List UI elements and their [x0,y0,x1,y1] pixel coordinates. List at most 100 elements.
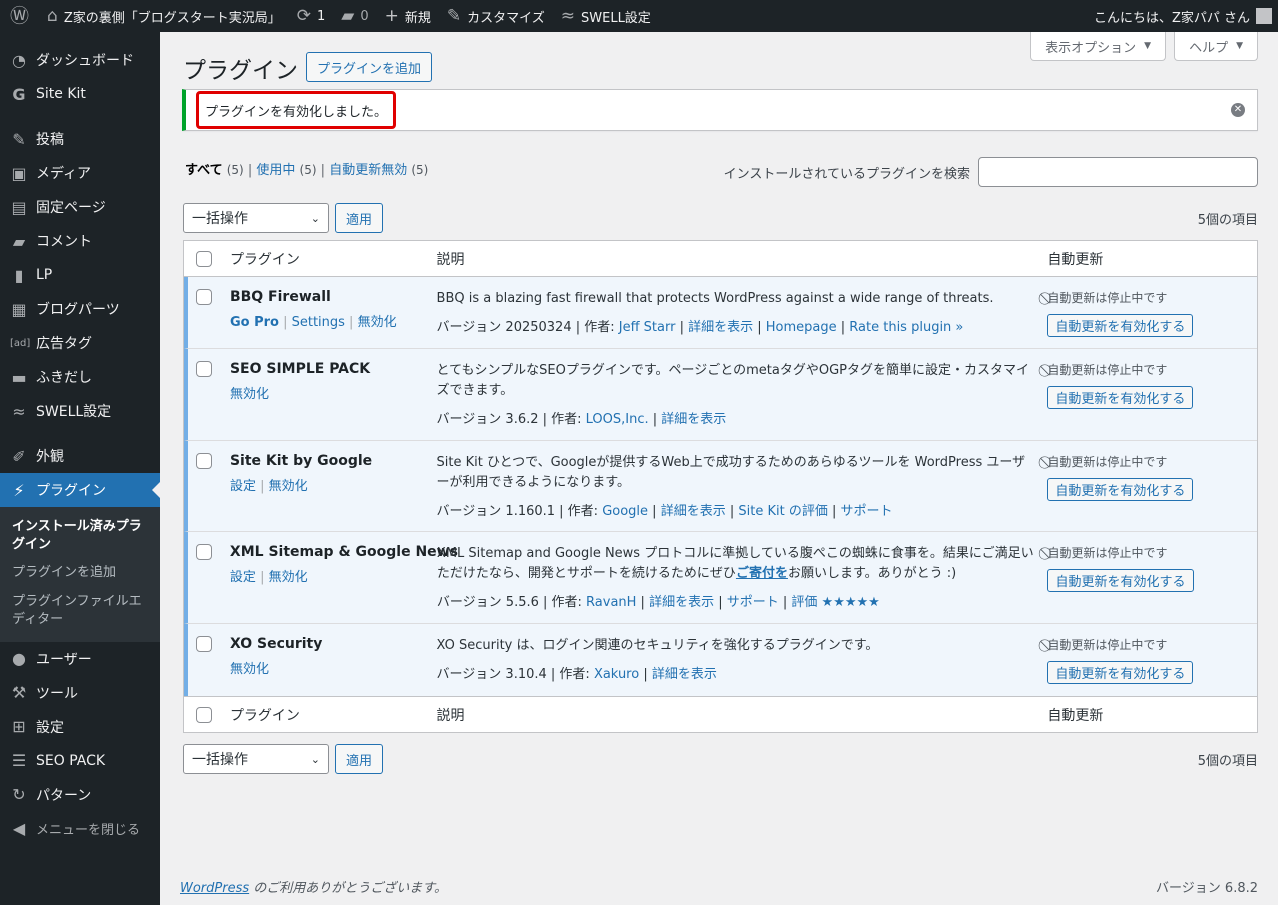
apply-button[interactable]: 適用 [335,203,384,233]
details-link[interactable]: 詳細を表示 [661,412,726,427]
menu-settings[interactable]: ⊞ 設定 [0,710,160,744]
paintbrush-icon: ✐ [12,446,26,466]
submenu-add-plugin[interactable]: プラグインを追加 [0,559,160,587]
menu-media[interactable]: ▣ メディア [0,156,160,190]
homepage-link[interactable]: Homepage [766,320,837,335]
menu-balloon[interactable]: ▬ ふきだし [0,360,160,394]
deactivate-link[interactable]: 無効化 [269,570,308,585]
site-name-link[interactable]: ⌂ Z家の裏側「ブログスタート実況局」 [39,0,289,32]
enable-auto-update-button[interactable]: 自動更新を有効化する [1047,314,1194,337]
settings-link[interactable]: 設定 [230,479,256,494]
menu-patterns[interactable]: ↻ パターン [0,778,160,812]
rate-link[interactable]: 評価 ★★★★★ [791,595,879,610]
customize-link[interactable]: ✎ カスタマイズ [439,0,553,32]
select-all-checkbox-bottom[interactable] [196,706,212,723]
row-checkbox[interactable] [196,544,212,560]
add-plugin-button[interactable]: プラグインを追加 [306,52,433,82]
filter-active[interactable]: 使用中 [256,163,295,178]
deactivate-link[interactable]: 無効化 [358,315,397,330]
plugin-version-line: バージョン 3.10.4 | 作者: Xakuro | 詳細を表示 [436,667,717,682]
author-link[interactable]: Google [602,504,648,519]
menu-ad-tag[interactable]: [ad] 広告タグ [0,326,160,360]
rate-link[interactable]: Site Kit の評価 [738,504,827,519]
row-actions: 設定 | 無効化 [229,479,308,494]
settings-link[interactable]: 設定 [230,570,256,585]
swell-settings-link[interactable]: ≈ SWELL設定 [553,0,659,32]
wordpress-link[interactable]: WordPress [180,881,249,896]
enable-auto-update-button[interactable]: 自動更新を有効化する [1047,569,1194,592]
row-actions: 無効化 [230,383,437,402]
submenu-installed-plugins[interactable]: インストール済みプラグイン [0,513,160,559]
menu-comments[interactable]: ▰ コメント [0,224,160,258]
menu-lp[interactable]: ▮ LP [0,258,160,292]
support-link[interactable]: サポート [727,595,779,610]
display-options-button[interactable]: 表示オプション ▼ [1030,32,1167,61]
apply-button-bottom[interactable]: 適用 [335,744,384,774]
go-pro-link[interactable]: Go Pro [230,315,279,330]
menu-blog-parts[interactable]: ▦ ブログパーツ [0,292,160,326]
donate-link[interactable]: ご寄付を [736,566,788,581]
footer-thanks: WordPress のご利用ありがとうございます。 [180,881,447,896]
author-link[interactable]: LOOS,Inc. [586,412,649,427]
home-icon: ⌂ [47,5,58,26]
menu-pages[interactable]: ▤ 固定ページ [0,190,160,224]
plugin-version-line: バージョン 1.160.1 | 作者: Google | 詳細を表示 | Sit… [436,504,893,519]
row-checkbox[interactable] [196,361,212,377]
author-link[interactable]: Xakuro [594,667,639,682]
auto-update-status: ⃠自動更新は停止中です [1047,455,1168,469]
updates-link[interactable]: ⟳ 1 [289,0,334,32]
help-button[interactable]: ヘルプ ▼ [1174,32,1258,61]
details-link[interactable]: 詳細を表示 [649,595,714,610]
plugin-name: SEO SIMPLE PACK [229,361,371,377]
page-icon: ▤ [11,197,27,217]
menu-collapse[interactable]: ◀ メニューを閉じる [0,812,160,846]
menu-dashboard[interactable]: ◔ ダッシュボード [0,43,160,77]
menu-posts[interactable]: ✎ 投稿 [0,122,160,156]
bulk-action-select-bottom[interactable]: 一括操作 ⌄ [183,744,329,774]
col-header-plugin: プラグイン [229,251,300,268]
blog-parts-icon: ▦ [11,299,27,319]
dismiss-icon[interactable]: ✕ [1231,103,1245,117]
author-link[interactable]: Jeff Starr [619,320,676,335]
select-all-checkbox[interactable] [196,250,212,267]
auto-update-status: ⃠自動更新は停止中です [1047,546,1168,560]
plugin-row-xo-security: XO Security 無効化 XO Security は、ログイン関連のセキュ… [184,624,1257,696]
deactivate-link[interactable]: 無効化 [269,479,308,494]
bulk-action-select[interactable]: 一括操作 ⌄ [183,203,329,233]
search-input[interactable] [978,157,1258,187]
menu-users[interactable]: ● ユーザー [0,642,160,676]
details-link[interactable]: 詳細を表示 [652,667,717,682]
menu-seo-pack[interactable]: ☰ SEO PACK [0,744,160,778]
menu-swell-settings[interactable]: ≈ SWELL設定 [0,394,160,428]
col-footer-plugin: プラグイン [229,707,300,724]
filter-auto-update-disabled[interactable]: 自動更新無効 [329,163,407,178]
row-checkbox[interactable] [196,636,212,652]
deactivate-link[interactable]: 無効化 [230,387,269,402]
menu-tools[interactable]: ⚒ ツール [0,676,160,710]
enable-auto-update-button[interactable]: 自動更新を有効化する [1047,661,1194,684]
row-checkbox[interactable] [196,453,212,469]
rate-link[interactable]: Rate this plugin » [849,320,963,335]
items-count: 5個の項目 [1197,212,1258,228]
submenu-plugin-file-editor[interactable]: プラグインファイルエディター [0,588,160,634]
menu-site-kit[interactable]: G Site Kit [0,77,160,111]
account-menu[interactable]: こんにちは、Z家パパ さん [1086,0,1272,32]
enable-auto-update-button[interactable]: 自動更新を有効化する [1047,478,1194,501]
avatar [1256,8,1272,24]
enable-auto-update-button[interactable]: 自動更新を有効化する [1047,386,1194,409]
details-link[interactable]: 詳細を表示 [688,320,753,335]
details-link[interactable]: 詳細を表示 [661,504,726,519]
support-link[interactable]: サポート [841,504,893,519]
filter-all[interactable]: すべて [185,163,223,178]
plugin-filters: すべて (5) | 使用中 (5) | 自動更新無効 (5) [185,163,429,178]
settings-link[interactable]: Settings [292,315,345,330]
row-checkbox[interactable] [196,289,212,305]
deactivate-link[interactable]: 無効化 [230,662,269,677]
menu-appearance[interactable]: ✐ 外観 [0,439,160,473]
new-content-link[interactable]: + 新規 [377,0,439,32]
comments-link[interactable]: ▰ 0 [333,0,376,32]
plugin-version-line: バージョン 3.6.2 | 作者: LOOS,Inc. | 詳細を表示 [436,412,727,427]
author-link[interactable]: RavanH [586,595,636,610]
wordpress-logo-icon[interactable]: Ⓦ [0,0,39,32]
menu-plugins[interactable]: ⚡ プラグイン [0,473,160,507]
